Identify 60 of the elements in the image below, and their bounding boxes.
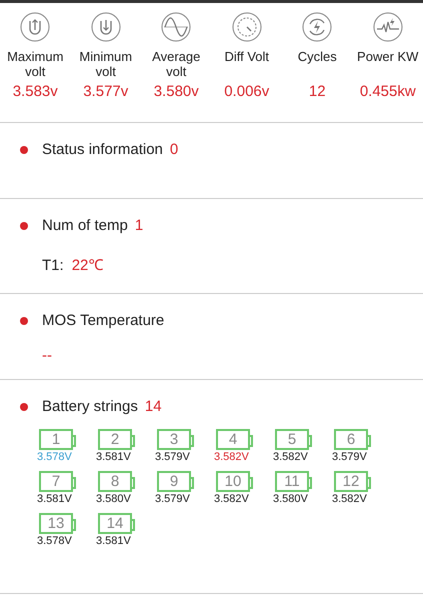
stat-value: 3.583v <box>12 83 58 100</box>
cell-voltage: 3.579V <box>155 451 190 463</box>
cell-voltage: 3.580V <box>273 493 308 505</box>
cell-voltage: 3.580V <box>96 493 131 505</box>
sensor-value: 22℃ <box>72 257 104 274</box>
cycle-bolt-icon <box>302 12 332 42</box>
bullet-dot <box>20 222 28 230</box>
stat-value: 0.455kw <box>360 83 416 100</box>
battery-cell-icon: 13 <box>39 513 73 534</box>
stat-label: Cycles <box>298 49 337 66</box>
cell-voltage: 3.582V <box>214 493 249 505</box>
bullet-dot <box>20 316 28 324</box>
cell-voltage: 3.579V <box>332 451 367 463</box>
section-title: Battery strings <box>42 398 138 415</box>
mos-value: -- <box>42 347 52 364</box>
stat-value: 3.580v <box>154 83 199 100</box>
stat-label: Diff Volt <box>224 49 270 66</box>
stat-label: Power KW <box>357 49 418 66</box>
cell-voltage: 3.578V <box>37 535 72 547</box>
gauge-icon <box>232 12 262 42</box>
min-volt-icon <box>90 12 121 42</box>
sensor-label: T1: <box>42 257 64 274</box>
battery-cell-icon: 5 <box>275 429 309 450</box>
stat-value: 12 <box>308 83 326 100</box>
stat-value: 0.006v <box>224 83 270 100</box>
max-volt-icon <box>20 12 50 42</box>
battery-cell-icon: 4 <box>216 429 250 450</box>
stat-value: 3.577v <box>83 83 128 100</box>
battery-cell-icon: 11 <box>275 471 309 492</box>
section-count: 14 <box>144 398 162 415</box>
cell-voltage: 3.582V <box>273 451 308 463</box>
cell-voltage: 3.581V <box>96 535 131 547</box>
section-count: 0 <box>170 141 178 158</box>
battery-cell-icon: 6 <box>334 429 368 450</box>
cell-voltage: 3.581V <box>96 451 131 463</box>
battery-cell-icon: 14 <box>98 513 132 534</box>
battery-cell-icon: 12 <box>334 471 368 492</box>
cell-voltage: 3.579V <box>155 493 190 505</box>
cell-voltage: 3.581V <box>37 493 72 505</box>
battery-cell-icon: 7 <box>39 471 73 492</box>
sine-wave-icon <box>161 12 192 42</box>
stat-label: Minimum volt <box>78 49 134 80</box>
section-count: 1 <box>134 217 144 234</box>
section-title: Status information <box>42 141 163 158</box>
battery-cell-icon: 3 <box>157 429 191 450</box>
stat-label: Maximum volt <box>6 49 64 80</box>
bullet-dot <box>20 402 28 410</box>
bullet-dot <box>20 146 28 154</box>
battery-cell-icon: 10 <box>216 471 250 492</box>
battery-cell-icon: 9 <box>157 471 191 492</box>
cell-voltage: 3.578V <box>37 451 72 463</box>
battery-cell-icon: 1 <box>39 429 73 450</box>
section-title: Num of temp <box>42 217 128 234</box>
cell-voltage: 3.582V <box>332 493 367 505</box>
cell-voltage: 3.582V <box>214 451 249 463</box>
battery-cell-icon: 8 <box>98 471 132 492</box>
stat-label: Average volt <box>151 49 202 80</box>
battery-cell-icon: 2 <box>98 429 132 450</box>
section-title: MOS Temperature <box>42 312 164 329</box>
pulse-bolt-icon <box>372 12 403 42</box>
